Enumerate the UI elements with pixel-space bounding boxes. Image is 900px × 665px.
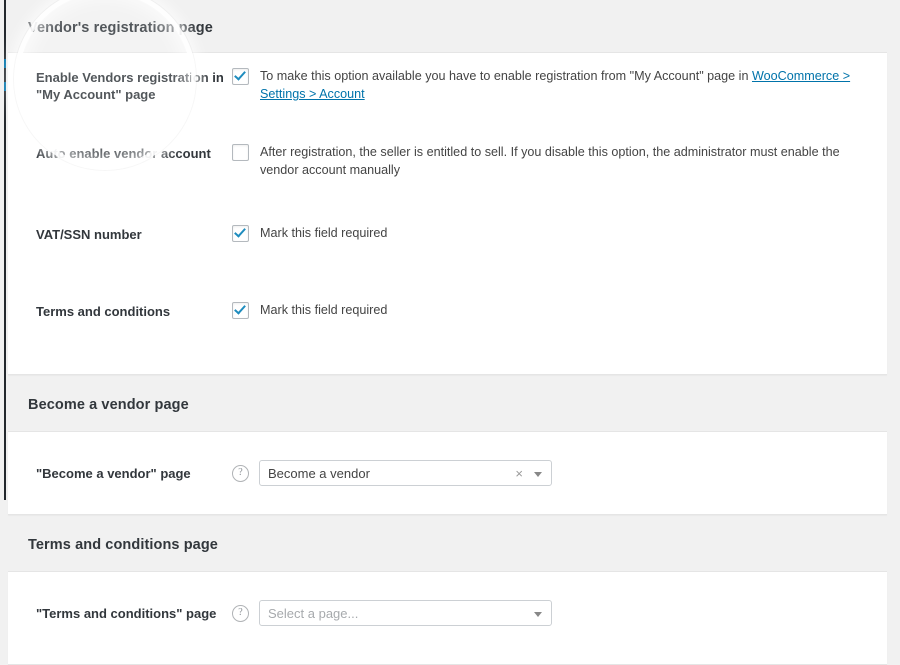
row-terms-and-conditions-page: "Terms and conditions" page ? Select a p… (8, 572, 887, 664)
become-a-vendor-page-select[interactable]: Become a vendor × (259, 460, 552, 486)
settings-page: Vendor's registration page Enable Vendor… (8, 0, 900, 665)
row-label: VAT/SSN number (36, 227, 142, 242)
auto-enable-vendor-account-description: After registration, the seller is entitl… (260, 145, 840, 177)
terms-conditions-required-label: Mark this field required (260, 303, 388, 317)
question-mark-icon[interactable]: ? (232, 604, 249, 622)
row-label: Terms and conditions (36, 304, 171, 319)
enable-vendors-registration-checkbox[interactable] (232, 68, 249, 85)
terms-and-conditions-page-select[interactable]: Select a page... (259, 600, 552, 626)
admin-sidebar-strip (4, 0, 6, 500)
row-enable-vendors-registration: Enable Vendors registration in "My Accou… (8, 53, 887, 127)
row-become-a-vendor-page: "Become a vendor" page ? Become a vendor… (8, 432, 887, 514)
row-field: ? Select a page... (232, 600, 875, 626)
row-auto-enable-vendor-account: Auto enable vendor account After registr… (8, 127, 887, 207)
section-heading-terms-and-conditions: Terms and conditions page (28, 537, 218, 553)
row-label: "Terms and conditions" page (36, 605, 217, 621)
row-field: Mark this field required (232, 224, 875, 242)
row-vat-ssn-number: VAT/SSN number Mark this field required (8, 207, 887, 284)
row-terms-and-conditions: Terms and conditions Mark this field req… (8, 284, 887, 374)
vat-ssn-required-label: Mark this field required (260, 226, 388, 240)
vat-ssn-required-checkbox[interactable] (232, 225, 249, 242)
section-heading-become-a-vendor: Become a vendor page (28, 397, 189, 413)
question-mark-icon[interactable]: ? (232, 464, 249, 482)
row-label: Enable Vendors registration in "My Accou… (36, 70, 224, 102)
row-field: After registration, the seller is entitl… (232, 143, 875, 179)
section-heading-vendor-registration: Vendor's registration page (28, 20, 213, 36)
panel-vendor-registration: Enable Vendors registration in "My Accou… (8, 52, 887, 375)
panel-become-a-vendor: "Become a vendor" page ? Become a vendor… (8, 431, 887, 515)
terms-conditions-required-checkbox[interactable] (232, 302, 249, 319)
auto-enable-vendor-account-checkbox[interactable] (232, 144, 249, 161)
admin-sidebar-rail (0, 0, 8, 500)
row-field: To make this option available you have t… (232, 67, 875, 103)
chevron-down-icon[interactable] (534, 472, 542, 477)
row-field: Mark this field required (232, 301, 875, 319)
description-text: To make this option available you have t… (260, 69, 752, 83)
clear-selection-icon[interactable]: × (515, 461, 523, 486)
row-label: "Become a vendor" page (36, 465, 191, 481)
admin-sidebar-accent-2[interactable] (4, 82, 6, 91)
panel-terms-and-conditions: "Terms and conditions" page ? Select a p… (8, 571, 887, 665)
select-placeholder: Select a page... (268, 606, 359, 621)
chevron-down-icon[interactable] (534, 612, 542, 617)
row-label: Auto enable vendor account (36, 146, 211, 161)
row-field: ? Become a vendor × (232, 460, 875, 486)
enable-vendors-registration-description: To make this option available you have t… (260, 67, 875, 103)
admin-sidebar-accent-1[interactable] (4, 59, 6, 68)
select-value: Become a vendor (268, 466, 370, 481)
